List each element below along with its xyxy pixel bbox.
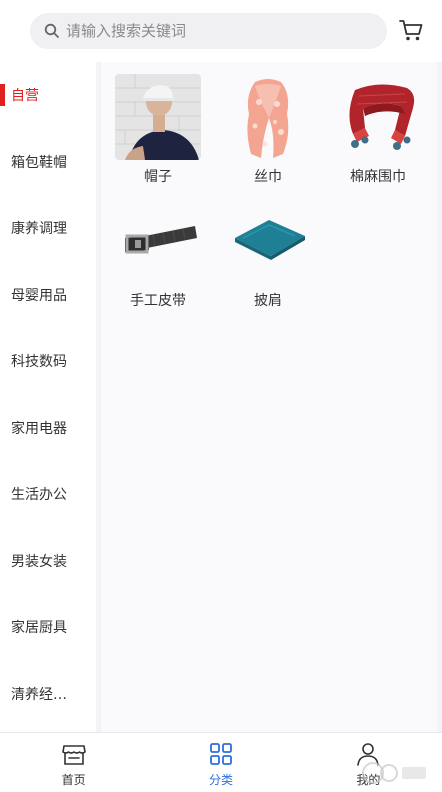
sidebar-item-tech-digital[interactable]: 科技数码: [0, 328, 96, 395]
sidebar-item-label: 科技数码: [11, 354, 67, 371]
cart-icon[interactable]: [398, 18, 424, 42]
category-sidebar: 自营 箱包鞋帽 康养调理 母婴用品 科技数码 家用电器 生活办公 男装女装 家居…: [0, 62, 96, 732]
search-icon: [44, 23, 60, 39]
product-label: 棉麻围巾: [350, 169, 406, 185]
search-input[interactable]: [66, 22, 356, 40]
product-label: 手工皮带: [130, 293, 186, 309]
sidebar-item-label: 清养经…: [11, 686, 67, 703]
sidebar-item-label: 母婴用品: [11, 287, 67, 304]
product-item-leather-belt[interactable]: 手工皮带: [103, 198, 213, 318]
watermark-logo: [360, 760, 430, 786]
panel-edge: [437, 62, 442, 732]
product-item-hat[interactable]: 帽子: [103, 74, 213, 194]
product-item-shawl[interactable]: 披肩: [213, 198, 323, 318]
sidebar-item-bags-shoes-hats[interactable]: 箱包鞋帽: [0, 129, 96, 196]
sidebar-item-label: 生活办公: [11, 487, 67, 504]
product-label: 丝巾: [254, 169, 282, 185]
sidebar-item-life-office[interactable]: 生活办公: [0, 461, 96, 528]
product-panel: 帽子 丝巾 棉麻围巾 手工皮带 披肩: [100, 62, 438, 732]
leather-belt-photo: [115, 198, 201, 284]
sidebar-item-label: 康养调理: [11, 221, 67, 238]
sidebar-item-label: 自营: [11, 88, 39, 105]
product-label: 披肩: [254, 293, 282, 309]
header: [0, 0, 442, 62]
sidebar-item-label: 家用电器: [11, 420, 67, 437]
product-item-silk-scarf[interactable]: 丝巾: [213, 74, 323, 194]
tab-label: 分类: [208, 773, 233, 787]
sidebar-item-self-operated[interactable]: 自营: [0, 62, 96, 129]
sidebar-item-appliances[interactable]: 家用电器: [0, 395, 96, 462]
hat-photo: [115, 74, 201, 160]
sidebar-item-health-care[interactable]: 康养调理: [0, 195, 96, 262]
tab-home[interactable]: 首页: [0, 733, 147, 792]
search-bar[interactable]: [30, 13, 387, 49]
shawl-photo: [225, 198, 311, 284]
cotton-scarf-photo: [335, 74, 421, 160]
sidebar-item-home-kitchen[interactable]: 家居厨具: [0, 594, 96, 661]
tab-label: 首页: [61, 773, 86, 787]
sidebar-item-clothing[interactable]: 男装女装: [0, 528, 96, 595]
product-item-cotton-scarf[interactable]: 棉麻围巾: [323, 74, 433, 194]
sidebar-item-label: 家居厨具: [11, 620, 67, 637]
sidebar-item-baby-products[interactable]: 母婴用品: [0, 262, 96, 329]
sidebar-item-more[interactable]: 清养经…: [0, 661, 96, 728]
silk-scarf-photo: [225, 74, 311, 160]
sidebar-item-label: 箱包鞋帽: [11, 154, 67, 171]
sidebar-item-label: 男装女装: [11, 553, 67, 570]
store-icon: [61, 741, 87, 767]
tab-category[interactable]: 分类: [147, 733, 294, 792]
product-label: 帽子: [144, 169, 172, 185]
category-grid-icon: [208, 741, 234, 767]
